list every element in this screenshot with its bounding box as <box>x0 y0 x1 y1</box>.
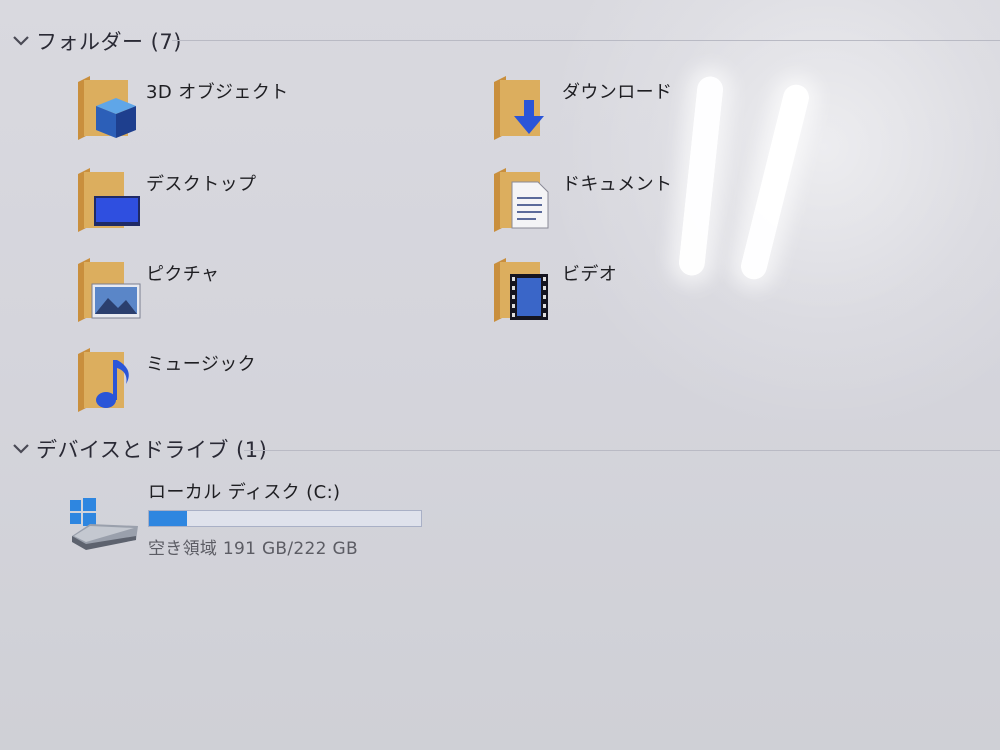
desktop-folder-icon <box>74 168 142 234</box>
documents-folder-icon <box>490 168 558 234</box>
folder-3d-objects[interactable]: 3D オブジェクト <box>74 76 289 142</box>
folders-section-header[interactable]: フォルダー (7) <box>10 26 182 56</box>
drive-usage-fill <box>149 511 188 526</box>
music-folder-icon <box>74 348 142 414</box>
folder-desktop[interactable]: デスクトップ <box>74 168 256 234</box>
folder-documents[interactable]: ドキュメント <box>490 168 672 234</box>
devices-section-header[interactable]: デバイスとドライブ (1) <box>10 434 267 464</box>
folder-music[interactable]: ミュージック <box>74 348 256 414</box>
section-divider <box>172 40 1000 41</box>
folder-videos[interactable]: ビデオ <box>490 258 617 324</box>
3d-objects-folder-icon <box>74 76 142 142</box>
folder-label: 3D オブジェクト <box>146 82 289 103</box>
folder-label: ダウンロード <box>562 82 673 103</box>
chevron-down-icon <box>10 438 32 460</box>
light-reflection <box>677 75 725 277</box>
devices-section-title: デバイスとドライブ (1) <box>36 438 268 462</box>
folder-label: ミュージック <box>146 354 257 375</box>
folder-downloads[interactable]: ダウンロード <box>490 76 672 142</box>
folder-label: ドキュメント <box>562 174 673 195</box>
drive-free-space: 空き領域 191 GB/222 GB <box>148 539 358 559</box>
drive-name: ローカル ディスク (C:) <box>148 482 341 503</box>
pictures-folder-icon <box>74 258 142 324</box>
windows-drive-icon <box>68 478 140 554</box>
folder-pictures[interactable]: ピクチャ <box>74 258 219 324</box>
folders-section-title: フォルダー (7) <box>36 30 182 54</box>
downloads-folder-icon <box>490 76 558 142</box>
folder-label: ピクチャ <box>146 264 220 285</box>
videos-folder-icon <box>490 258 558 324</box>
chevron-down-icon <box>10 30 32 52</box>
section-divider <box>244 450 1000 451</box>
folder-label: ビデオ <box>562 264 618 285</box>
folder-label: デスクトップ <box>146 174 257 195</box>
drive-usage-bar <box>148 510 422 527</box>
drive-local-disk-c[interactable]: ローカル ディスク (C:) 空き領域 191 GB/222 GB <box>68 478 422 559</box>
light-reflection <box>738 81 812 283</box>
